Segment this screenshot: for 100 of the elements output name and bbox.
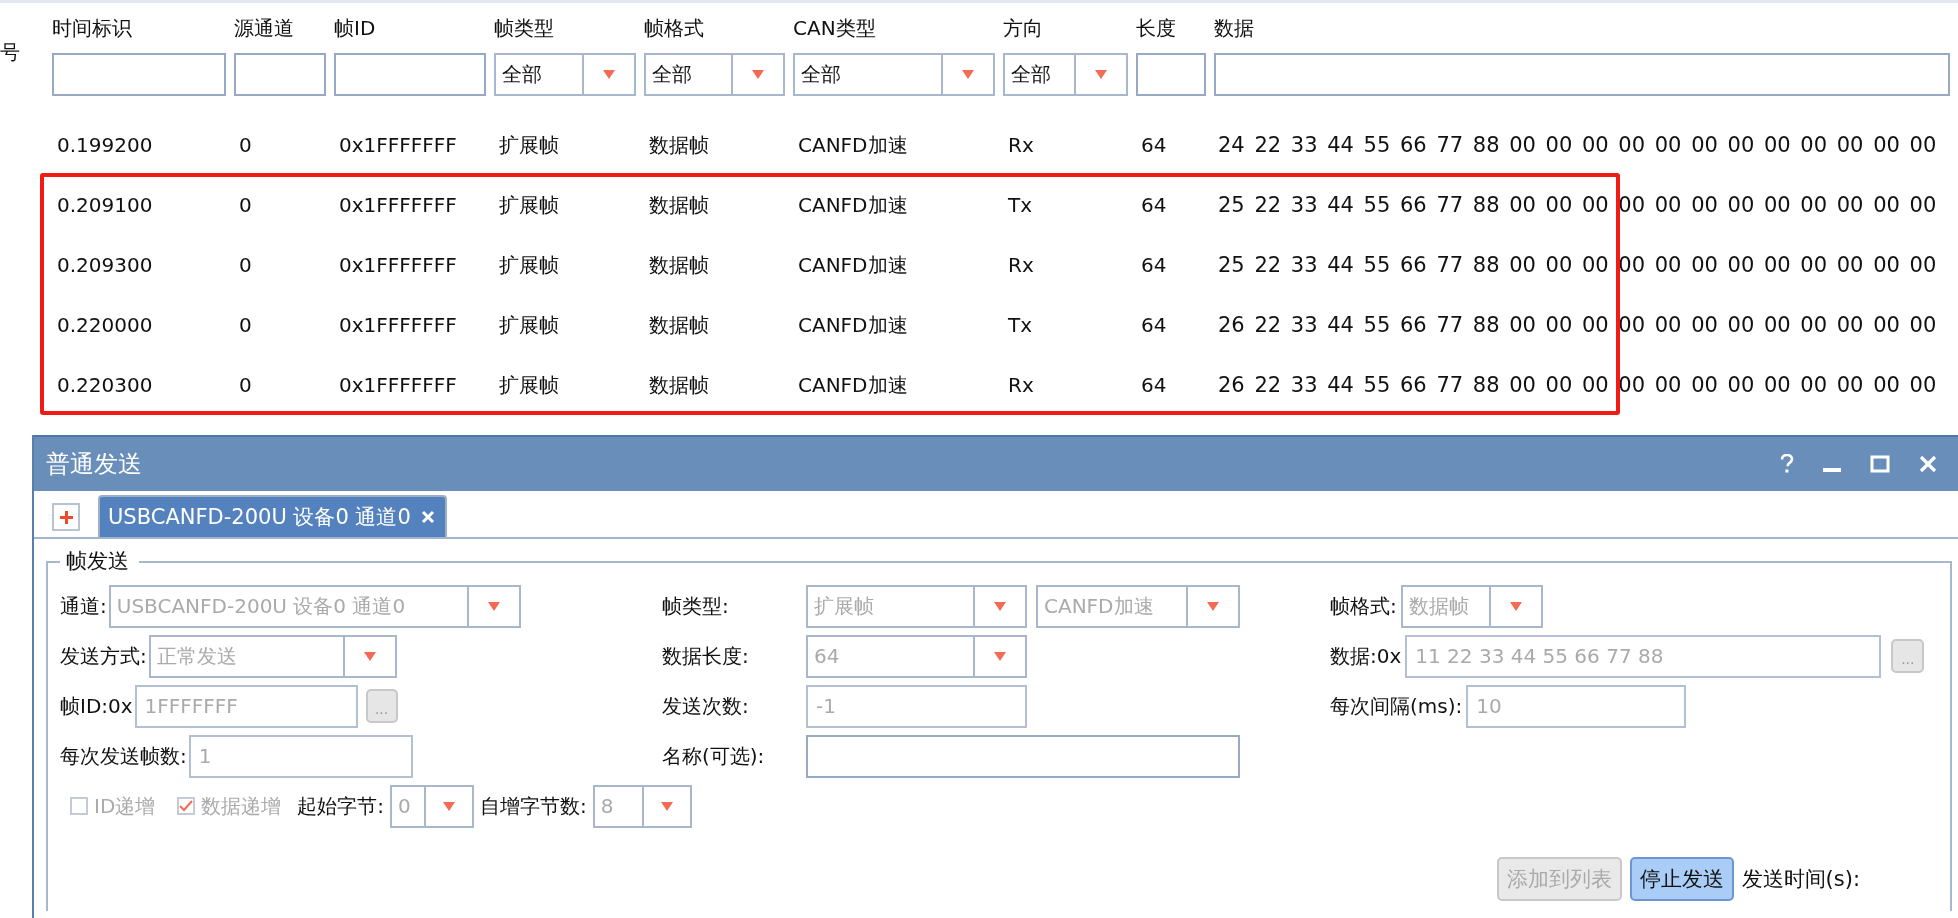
column-header: 方向 bbox=[1003, 14, 1044, 42]
field-label: 数据:0x bbox=[1330, 642, 1402, 670]
add-tab-button[interactable] bbox=[52, 503, 80, 531]
table-cell-text: 0.209100 bbox=[56, 193, 154, 217]
column-header: 帧ID bbox=[334, 14, 377, 42]
caret-icon bbox=[1207, 601, 1219, 611]
table-cell-text: Tx bbox=[1007, 193, 1034, 217]
caret-icon bbox=[994, 601, 1006, 611]
table-cell-text: 0.199200 bbox=[56, 133, 154, 157]
checkmark-icon bbox=[179, 800, 194, 812]
action-button[interactable]: 停止发送 bbox=[1629, 857, 1734, 901]
field-label: 发送方式: bbox=[60, 642, 147, 670]
caret-icon bbox=[603, 70, 615, 79]
table-cell-text: 0 bbox=[238, 253, 253, 277]
table-cell-text: 25 22 33 44 55 66 77 88 00 00 00 00 00 00 00 00 00 00 00 00 bbox=[1217, 193, 1938, 217]
input-field[interactable] bbox=[1136, 53, 1206, 96]
table-cell-text: 0 bbox=[238, 133, 253, 157]
dropdown[interactable]: 全部 bbox=[793, 53, 995, 96]
table-cell-text: 扩展帧 bbox=[498, 131, 560, 159]
table-cell-text: 0x1FFFFFFF bbox=[338, 133, 458, 157]
table-cell-text: Tx bbox=[1007, 313, 1034, 337]
field-label: 通道: bbox=[60, 592, 107, 620]
table-cell-text: 0.220300 bbox=[56, 373, 154, 397]
table-cell-text: 数据帧 bbox=[648, 131, 710, 159]
table-cell-text: 0 bbox=[238, 373, 253, 397]
caret-icon bbox=[487, 601, 500, 611]
table-cell-text: CANFD加速 bbox=[797, 191, 909, 219]
column-header: 数据 bbox=[1214, 14, 1255, 42]
table-cell-text: 0x1FFFFFFF bbox=[338, 193, 458, 217]
field-label: 起始字节: bbox=[297, 792, 385, 820]
table-cell-text: 数据帧 bbox=[648, 251, 710, 279]
caret-icon bbox=[1509, 601, 1522, 611]
column-header: 帧格式 bbox=[644, 14, 705, 42]
dropdown[interactable]: 全部 bbox=[644, 53, 785, 96]
table-cell-text: CANFD加速 bbox=[797, 311, 909, 339]
table-cell-text: Rx bbox=[1007, 133, 1035, 157]
table-cell-text: CANFD加速 bbox=[797, 251, 909, 279]
table-cell-text: 0 bbox=[238, 193, 253, 217]
caret-icon bbox=[752, 70, 764, 79]
table-cell-text: 扩展帧 bbox=[498, 371, 560, 399]
tab-label: USBCANFD-200U 设备0 通道0 bbox=[108, 504, 411, 531]
table-cell-text: 数据帧 bbox=[648, 311, 710, 339]
table-cell-text: 64 bbox=[1140, 373, 1168, 397]
input-field[interactable] bbox=[234, 53, 326, 96]
caret-icon bbox=[962, 70, 974, 79]
caret-icon bbox=[1095, 70, 1107, 79]
column-header: 时间标识 bbox=[52, 14, 133, 42]
input-field[interactable] bbox=[806, 734, 1240, 778]
caret-icon bbox=[660, 801, 673, 811]
table-cell-text: Rx bbox=[1007, 373, 1035, 397]
table-cell-text: 0x1FFFFFFF bbox=[338, 313, 458, 337]
column-header: 源通道 bbox=[234, 14, 295, 42]
field-label: 自增字节数: bbox=[480, 792, 587, 820]
table-cell-text: Rx bbox=[1007, 253, 1035, 277]
field-label: 帧类型: bbox=[662, 592, 730, 620]
caret-icon bbox=[994, 651, 1006, 661]
dropdown[interactable]: 全部 bbox=[494, 53, 636, 96]
table-cell-text: 0x1FFFFFFF bbox=[338, 253, 458, 277]
close-icon[interactable] bbox=[1918, 454, 1938, 474]
field-label: 发送次数: bbox=[662, 692, 750, 720]
table-cell-text: 扩展帧 bbox=[498, 311, 560, 339]
tab[interactable]: USBCANFD-200U 设备0 通道0 bbox=[98, 495, 447, 537]
table-cell-text: 0 bbox=[238, 313, 253, 337]
table-cell-text: CANFD加速 bbox=[797, 131, 909, 159]
input-field[interactable] bbox=[1214, 53, 1950, 96]
caret-icon bbox=[363, 651, 376, 661]
checkbox-label: 数据递增 bbox=[201, 792, 282, 820]
maximize-icon[interactable] bbox=[1870, 454, 1890, 474]
table-cell-text: 26 22 33 44 55 66 77 88 00 00 00 00 00 00 00 00 00 00 00 00 bbox=[1217, 373, 1938, 397]
panel-title: 普通发送 bbox=[46, 449, 142, 480]
caret-icon bbox=[443, 801, 456, 811]
input-field[interactable] bbox=[52, 53, 226, 96]
field-label: 帧ID:0x bbox=[60, 692, 133, 720]
table-cell-text: 64 bbox=[1140, 253, 1168, 277]
dropdown[interactable]: 全部 bbox=[1003, 53, 1128, 96]
help-icon[interactable] bbox=[1780, 454, 1794, 474]
table-cell-text: 扩展帧 bbox=[498, 191, 560, 219]
field-label: 发送时间(s): bbox=[1741, 866, 1860, 893]
checkbox-label: ID递增 bbox=[94, 792, 156, 820]
input-field[interactable] bbox=[334, 53, 486, 96]
table-cell-text: 扩展帧 bbox=[498, 251, 560, 279]
table-cell-text: 数据帧 bbox=[648, 371, 710, 399]
table-cell-text: 0.220000 bbox=[56, 313, 154, 337]
column-header: 号 bbox=[0, 38, 21, 66]
table-cell-text: 64 bbox=[1140, 133, 1168, 157]
column-header: CAN类型 bbox=[793, 14, 877, 42]
field-label: 每次间隔(ms): bbox=[1330, 692, 1463, 720]
field-label: 数据长度: bbox=[662, 642, 750, 670]
field-label: 名称(可选): bbox=[662, 742, 766, 770]
column-header: 长度 bbox=[1136, 14, 1177, 42]
table-cell-text: 25 22 33 44 55 66 77 88 00 00 00 00 00 00 00 00 00 00 00 00 bbox=[1217, 253, 1938, 277]
column-header: 帧类型 bbox=[494, 14, 555, 42]
table-cell-text: 24 22 33 44 55 66 77 88 00 00 00 00 00 00 00 00 00 00 00 00 bbox=[1217, 133, 1938, 157]
table-cell-text: 64 bbox=[1140, 313, 1168, 337]
table-cell-text: 0x1FFFFFFF bbox=[338, 373, 458, 397]
field-label: 帧格式: bbox=[1330, 592, 1397, 620]
table-cell-text: 0.209300 bbox=[56, 253, 154, 277]
close-icon[interactable] bbox=[420, 510, 435, 524]
table-cell-text: CANFD加速 bbox=[797, 371, 909, 399]
plus-icon bbox=[58, 509, 74, 525]
